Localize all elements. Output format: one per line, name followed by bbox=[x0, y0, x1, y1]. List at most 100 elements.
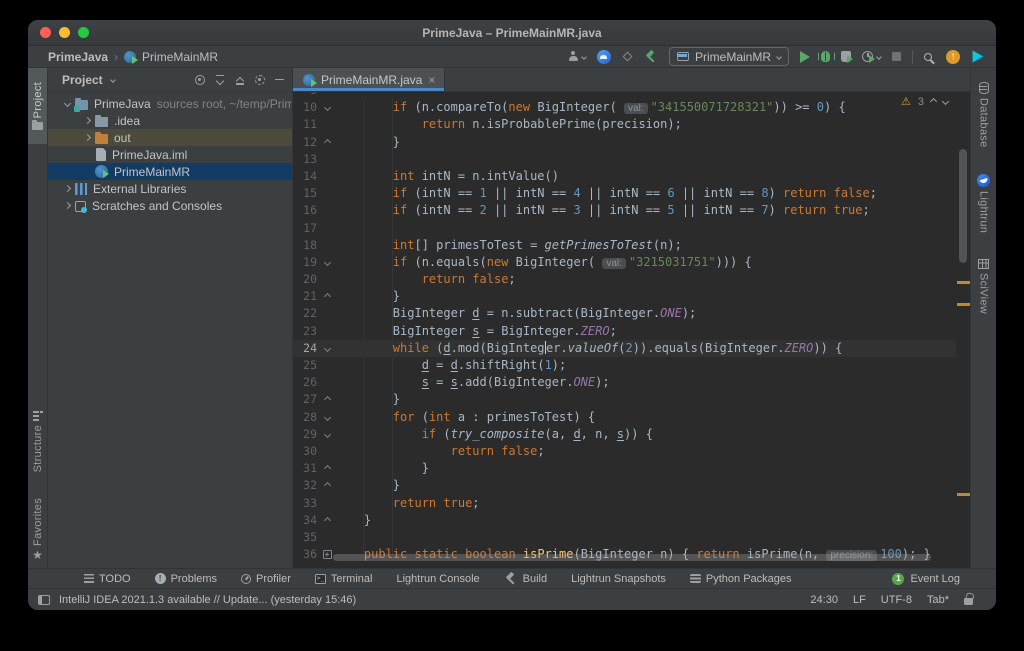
line-number[interactable]: 28 bbox=[293, 409, 319, 426]
run-with-coverage-button[interactable] bbox=[841, 51, 851, 62]
code-line-13[interactable]: 13 bbox=[293, 151, 956, 168]
code-editor[interactable]: 910 if (n.compareTo(new BigInteger( val:… bbox=[293, 92, 970, 568]
line-number[interactable]: 24 bbox=[293, 340, 319, 357]
toolwindow-button-terminal[interactable]: >_Terminal bbox=[315, 569, 373, 588]
line-number[interactable]: 29 bbox=[293, 426, 319, 443]
line-number[interactable]: 20 bbox=[293, 271, 319, 288]
code-line-17[interactable]: 17 bbox=[293, 220, 956, 237]
tree-item-primemainmr[interactable]: PrimeMainMR bbox=[48, 163, 292, 180]
fold-marker-icon[interactable] bbox=[319, 512, 335, 529]
line-number[interactable]: 12 bbox=[293, 134, 319, 151]
line-number[interactable]: 23 bbox=[293, 323, 319, 340]
line-number[interactable]: 11 bbox=[293, 116, 319, 133]
chevron-down-icon[interactable] bbox=[110, 77, 116, 83]
code-line-12[interactable]: 12 } bbox=[293, 134, 956, 151]
project-panel-title[interactable]: Project bbox=[62, 73, 103, 87]
code-line-31[interactable]: 31 } bbox=[293, 460, 956, 477]
fold-marker-icon[interactable] bbox=[319, 391, 335, 408]
tree-item-primejava[interactable]: PrimeJavasources root, ~/temp/PrimeJa bbox=[48, 95, 292, 112]
code-line-21[interactable]: 21 } bbox=[293, 288, 956, 305]
toolwindow-button-python-packages[interactable]: Python Packages bbox=[690, 569, 792, 588]
code-line-28[interactable]: 28 for (int a : primesToTest) { bbox=[293, 409, 956, 426]
line-number[interactable]: 34 bbox=[293, 512, 319, 529]
fold-marker-icon[interactable] bbox=[319, 409, 335, 426]
toolwindow-button-lightrun-console[interactable]: Lightrun Console bbox=[396, 569, 479, 588]
code-line-27[interactable]: 27 } bbox=[293, 391, 956, 408]
close-tab-icon[interactable]: × bbox=[428, 75, 435, 85]
indent-style[interactable]: Tab* bbox=[927, 594, 949, 606]
breadcrumb-target[interactable]: PrimeMainMR bbox=[142, 50, 218, 64]
code-line-25[interactable]: 25 d = d.shiftRight(1); bbox=[293, 357, 956, 374]
code-line-14[interactable]: 14 int intN = n.intValue() bbox=[293, 168, 956, 185]
locate-file-button[interactable] bbox=[195, 75, 205, 85]
status-message[interactable]: IntelliJ IDEA 2021.1.3 available // Upda… bbox=[59, 594, 356, 606]
toolwindow-button-todo[interactable]: TODO bbox=[84, 569, 131, 588]
run-configuration-select[interactable]: PrimeMainMR bbox=[669, 47, 789, 66]
toolwindow-button-profiler[interactable]: Profiler bbox=[241, 569, 291, 588]
tool-button-favorites[interactable]: Favorites ★ bbox=[32, 492, 44, 566]
fold-marker-icon[interactable] bbox=[319, 460, 335, 477]
expand-chevron-icon[interactable] bbox=[60, 203, 75, 208]
collapse-all-button[interactable] bbox=[235, 75, 245, 85]
line-number[interactable]: 19 bbox=[293, 254, 319, 271]
fold-marker-icon[interactable] bbox=[319, 254, 335, 271]
error-stripe-mark[interactable] bbox=[957, 281, 970, 284]
fold-marker-icon[interactable] bbox=[319, 134, 335, 151]
user-menu-button[interactable] bbox=[568, 51, 586, 62]
next-warning-icon[interactable] bbox=[942, 98, 949, 105]
code-line-30[interactable]: 30 return false; bbox=[293, 443, 956, 460]
hide-panel-button[interactable] bbox=[275, 79, 284, 81]
code-line-20[interactable]: 20 return false; bbox=[293, 271, 956, 288]
tree-item-out[interactable]: out bbox=[48, 129, 292, 146]
line-number[interactable]: 26 bbox=[293, 374, 319, 391]
title-bar[interactable]: PrimeJava – PrimeMainMR.java bbox=[28, 20, 996, 46]
line-number[interactable]: 31 bbox=[293, 460, 319, 477]
line-number[interactable]: 22 bbox=[293, 305, 319, 322]
breadcrumb-project[interactable]: PrimeJava bbox=[48, 50, 108, 64]
line-number[interactable]: 16 bbox=[293, 202, 319, 219]
line-number[interactable]: 27 bbox=[293, 391, 319, 408]
code-line-32[interactable]: 32 } bbox=[293, 477, 956, 494]
line-number[interactable]: 10 bbox=[293, 99, 319, 116]
event-log-button[interactable]: 1 Event Log bbox=[892, 573, 960, 585]
code-line-19[interactable]: 19 if (n.equals(new BigInteger( val:"321… bbox=[293, 254, 956, 271]
build-project-button[interactable] bbox=[644, 50, 658, 64]
toolwindow-button-build[interactable]: Build bbox=[504, 569, 547, 588]
line-number[interactable]: 33 bbox=[293, 495, 319, 512]
code-line-16[interactable]: 16 if (intN == 2 || intN == 3 || intN ==… bbox=[293, 202, 956, 219]
line-number[interactable]: 30 bbox=[293, 443, 319, 460]
code-line-10[interactable]: 10 if (n.compareTo(new BigInteger( val:"… bbox=[293, 99, 956, 116]
tool-window-switcher-icon[interactable] bbox=[38, 595, 50, 605]
line-number[interactable]: 35 bbox=[293, 529, 319, 546]
expand-chevron-icon[interactable] bbox=[60, 186, 75, 191]
line-number[interactable]: 21 bbox=[293, 288, 319, 305]
code-line-34[interactable]: 34 } bbox=[293, 512, 956, 529]
vertical-scrollbar[interactable] bbox=[959, 149, 967, 263]
error-stripe-mark[interactable] bbox=[957, 303, 970, 306]
panel-settings-button[interactable] bbox=[255, 75, 265, 85]
run-button[interactable] bbox=[800, 51, 810, 63]
line-number[interactable]: 17 bbox=[293, 220, 319, 237]
file-encoding[interactable]: UTF-8 bbox=[881, 594, 912, 606]
inspection-widget[interactable]: ⚠ 3 bbox=[901, 95, 948, 108]
unlock-icon[interactable] bbox=[964, 598, 973, 605]
fold-marker-icon[interactable] bbox=[319, 477, 335, 494]
toolwindow-button-problems[interactable]: !Problems bbox=[155, 569, 217, 588]
line-number[interactable]: 13 bbox=[293, 151, 319, 168]
code-line-9[interactable]: 9 bbox=[293, 92, 956, 99]
expand-chevron-icon[interactable] bbox=[80, 135, 95, 140]
toolwindow-button-lightrun-snapshots[interactable]: Lightrun Snapshots bbox=[571, 569, 666, 588]
expand-chevron-icon[interactable] bbox=[60, 101, 75, 106]
line-number[interactable]: 18 bbox=[293, 237, 319, 254]
debug-button[interactable] bbox=[821, 51, 830, 62]
line-separator[interactable]: LF bbox=[853, 594, 866, 606]
line-number[interactable]: 25 bbox=[293, 357, 319, 374]
code-line-26[interactable]: 26 s = s.add(BigInteger.ONE); bbox=[293, 374, 956, 391]
tab-primemainmr-java[interactable]: PrimeMainMR.java × bbox=[293, 68, 445, 91]
fold-marker-icon[interactable] bbox=[319, 340, 335, 357]
line-number[interactable]: 15 bbox=[293, 185, 319, 202]
search-everywhere-button[interactable] bbox=[924, 53, 932, 61]
lightrun-status-icon[interactable] bbox=[623, 52, 633, 62]
code-line-18[interactable]: 18 int[] primesToTest = getPrimesToTest(… bbox=[293, 237, 956, 254]
code-line-15[interactable]: 15 if (intN == 1 || intN == 4 || intN ==… bbox=[293, 185, 956, 202]
